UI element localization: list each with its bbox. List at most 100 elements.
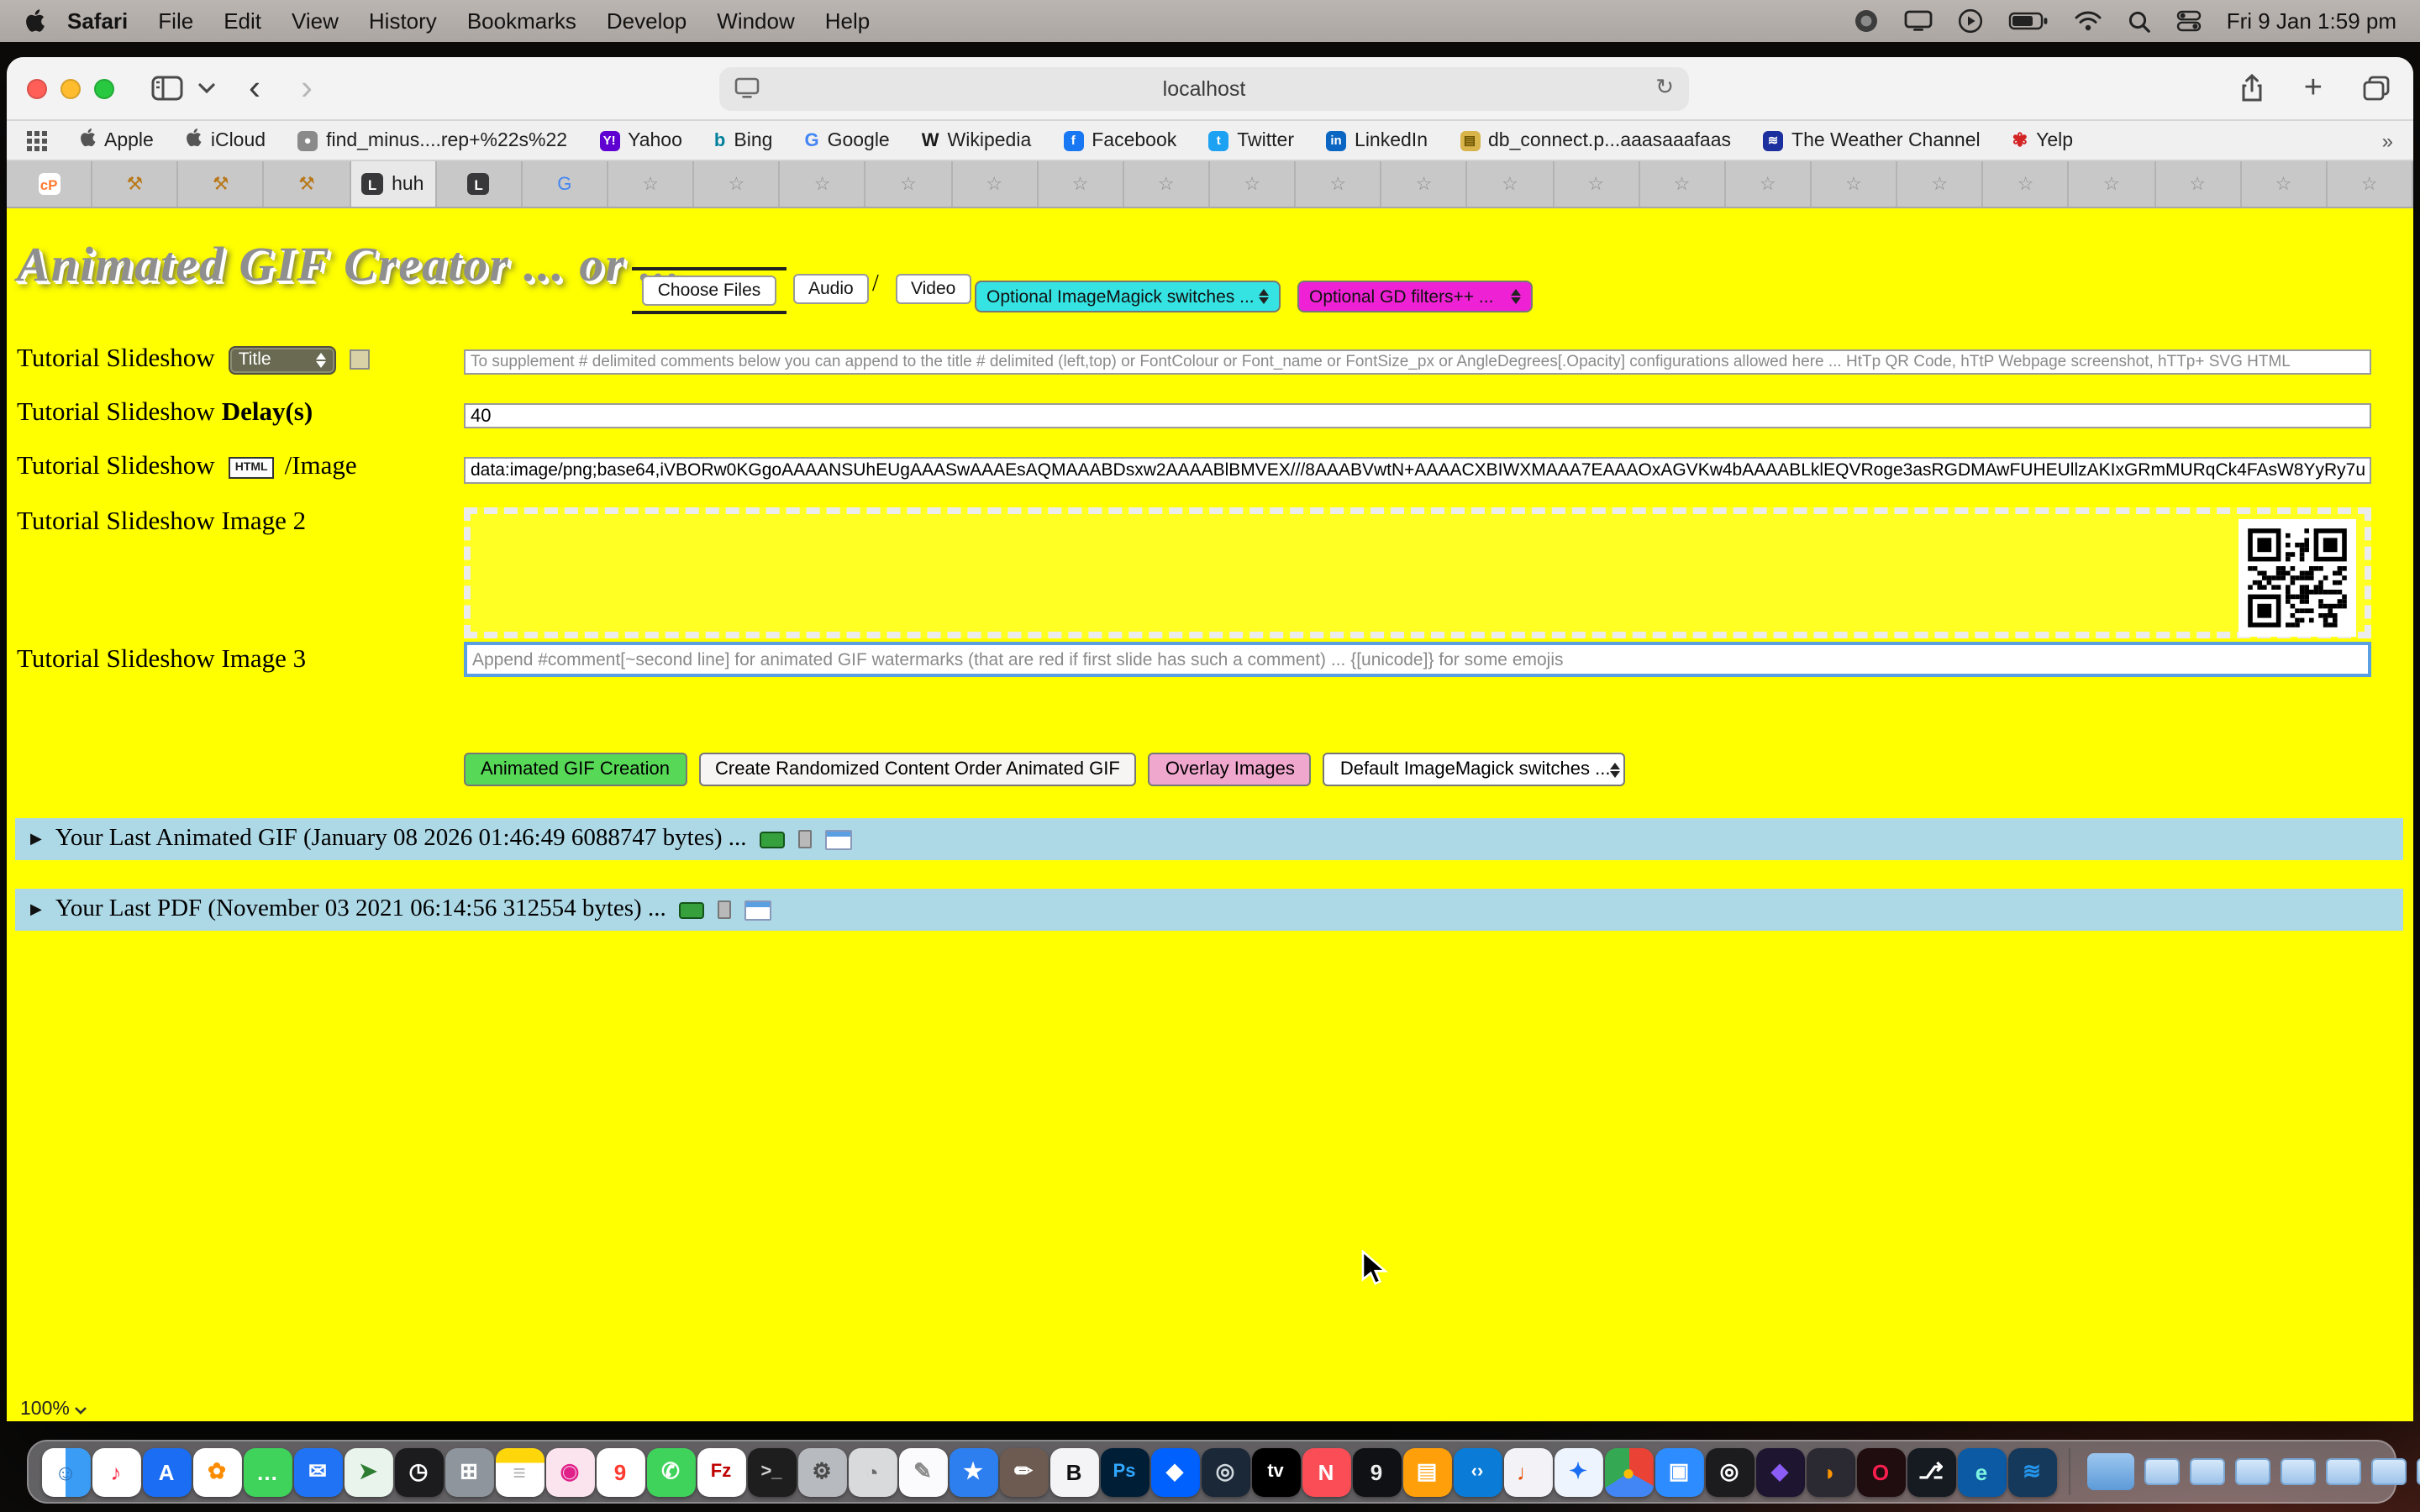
display-icon[interactable] — [1904, 10, 1933, 32]
minimized-window[interactable] — [2190, 1458, 2225, 1485]
color-swatch-button[interactable] — [350, 349, 370, 370]
menubar-clock[interactable]: Fri 9 Jan 1:59 pm — [2227, 8, 2396, 34]
dock-mail-icon[interactable]: ✉ — [293, 1447, 342, 1496]
menu-item-file[interactable]: File — [158, 8, 193, 34]
pdf-preview-icon[interactable] — [680, 901, 705, 918]
menu-item-view[interactable]: View — [292, 8, 339, 34]
dock-obs-icon[interactable]: ◎ — [1705, 1447, 1754, 1496]
tab-28[interactable]: ☆ — [2328, 161, 2413, 207]
last-animated-gif-bar[interactable]: ▶ Your Last Animated GIF (January 08 202… — [15, 818, 2403, 860]
favorite-the-weather-channel[interactable]: ≋The Weather Channel — [1763, 130, 1981, 150]
forward-icon[interactable]: › — [301, 71, 313, 106]
tabs-overview-icon[interactable] — [2363, 76, 2390, 101]
favorite-find-minus-rep-22s-22[interactable]: ●find_minus....rep+%22s%22 — [297, 130, 567, 150]
tab-23[interactable]: ☆ — [1897, 161, 1983, 207]
minimize-button[interactable] — [60, 78, 81, 98]
tab-17[interactable]: ☆ — [1382, 161, 1468, 207]
menu-item-help[interactable]: Help — [825, 8, 871, 34]
choose-files-button[interactable]: Choose Files — [643, 276, 776, 306]
tab-4[interactable]: ⚒ — [265, 161, 350, 207]
dock-photo-booth-icon[interactable]: ◉ — [545, 1447, 594, 1496]
clipboard-icon[interactable] — [718, 900, 732, 919]
tab-26[interactable]: ☆ — [2155, 161, 2241, 207]
menu-item-window[interactable]: Window — [717, 8, 795, 34]
tab-1[interactable]: cP — [7, 161, 92, 207]
dock-music-icon[interactable]: ♪ — [92, 1447, 140, 1496]
dock-launchpad-icon[interactable]: ⊞ — [445, 1447, 493, 1496]
dock-safari-icon[interactable]: ✦ — [1554, 1447, 1602, 1496]
share-icon[interactable] — [2240, 74, 2264, 102]
spotlight-icon[interactable] — [2128, 9, 2151, 33]
dock-chrome-icon[interactable]: ● — [1604, 1447, 1653, 1496]
apple-menu[interactable] — [24, 8, 45, 34]
tab-8[interactable]: ☆ — [608, 161, 694, 207]
favorite-apple[interactable]: Apple — [79, 128, 154, 153]
title-select[interactable]: Title — [229, 345, 336, 374]
dock-docker-icon[interactable]: ≋ — [2007, 1447, 2056, 1496]
dock-system-settings-icon[interactable]: ⚙ — [797, 1447, 846, 1496]
tab-19[interactable]: ☆ — [1554, 161, 1639, 207]
favorite-yelp[interactable]: ✾Yelp — [2012, 129, 2073, 151]
dock-steam-icon[interactable]: ◎ — [1201, 1447, 1249, 1496]
favorite-yahoo[interactable]: Y!Yahoo — [599, 130, 682, 150]
tab-11[interactable]: ☆ — [866, 161, 952, 207]
sheet-icon[interactable] — [745, 900, 772, 920]
gif-preview-icon[interactable] — [760, 831, 786, 848]
tab-21[interactable]: ☆ — [1726, 161, 1812, 207]
tab-27[interactable]: ☆ — [2241, 161, 2327, 207]
dock-bbedit-icon[interactable]: B — [1050, 1447, 1098, 1496]
dock-textedit-icon[interactable]: ✎ — [898, 1447, 947, 1496]
new-tab-icon[interactable]: + — [2304, 70, 2323, 107]
last-pdf-bar[interactable]: ▶ Your Last PDF (November 03 2021 06:14:… — [15, 889, 2403, 931]
watermark-comment-input[interactable] — [464, 642, 2371, 677]
reload-icon[interactable]: ↻ — [1655, 74, 1674, 101]
play-circle-icon[interactable] — [1958, 8, 1983, 34]
menu-item-history[interactable]: History — [369, 8, 437, 34]
dock-finder-icon[interactable]: ☺ — [41, 1447, 90, 1496]
disclosure-triangle-icon[interactable]: ▶ — [30, 830, 42, 848]
dock-downloads-folder[interactable] — [2087, 1453, 2134, 1490]
control-center-icon[interactable] — [2176, 10, 2202, 32]
dock-github-icon[interactable]: ⎇ — [1907, 1447, 1955, 1496]
favorites-overflow-chevron[interactable]: » — [2382, 129, 2393, 152]
dock-pages-icon[interactable]: ▤ — [1402, 1447, 1451, 1496]
dock-app-store-icon[interactable]: A — [142, 1447, 191, 1496]
audio-button[interactable]: Audio — [793, 274, 869, 304]
tab-12[interactable]: ☆ — [952, 161, 1038, 207]
tab-2[interactable]: ⚒ — [92, 161, 178, 207]
tab-3[interactable]: ⚒ — [179, 161, 265, 207]
dock-messages-icon[interactable]: … — [243, 1447, 292, 1496]
favorites-grid-icon[interactable] — [27, 130, 47, 150]
dock-vscode-icon[interactable]: ‹› — [1453, 1447, 1502, 1496]
fullscreen-button[interactable] — [94, 78, 114, 98]
dock-notes-icon[interactable]: ≡ — [495, 1447, 544, 1496]
overlay-images-button[interactable]: Overlay Images — [1149, 753, 1312, 786]
dock-filezilla-icon[interactable]: Fz — [697, 1447, 745, 1496]
tab-16[interactable]: ☆ — [1296, 161, 1381, 207]
menu-item-edit[interactable]: Edit — [224, 8, 261, 34]
back-icon[interactable]: ‹ — [249, 71, 260, 106]
delay-input[interactable] — [464, 403, 2371, 428]
sidebar-icon[interactable] — [151, 76, 183, 101]
dock-opera-icon[interactable]: O — [1856, 1447, 1905, 1496]
address-bar[interactable]: localhost ↻ — [719, 67, 1689, 111]
default-imagemagick-select[interactable]: Default ImageMagick switches ... — [1323, 753, 1626, 786]
close-button[interactable] — [27, 78, 47, 98]
dock-gimp-icon[interactable]: ✏ — [999, 1447, 1048, 1496]
dock-disk-utility-icon[interactable]: ◔ — [848, 1447, 897, 1496]
randomized-gif-button[interactable]: Create Randomized Content Order Animated… — [698, 753, 1137, 786]
tab-20[interactable]: ☆ — [1639, 161, 1725, 207]
dock-apple-tv-icon[interactable]: tv — [1251, 1447, 1300, 1496]
tab-15[interactable]: ☆ — [1210, 161, 1296, 207]
favorite-icloud[interactable]: iCloud — [186, 128, 266, 153]
animated-gif-creation-button[interactable]: Animated GIF Creation — [464, 753, 687, 786]
sheet-icon[interactable] — [826, 829, 853, 849]
dock-news-icon[interactable]: N — [1302, 1447, 1350, 1496]
minimized-window[interactable] — [2326, 1458, 2361, 1485]
imagemagick-switches-select[interactable]: Optional ImageMagick switches ... — [975, 281, 1281, 312]
minimized-window[interactable] — [2281, 1458, 2316, 1485]
tab-huh[interactable]: Lhuh — [350, 161, 436, 207]
dock-obsidian-icon[interactable]: ◆ — [1755, 1447, 1804, 1496]
dock-facetime-icon[interactable]: ✆ — [646, 1447, 695, 1496]
dock-clock-icon[interactable]: ◷ — [394, 1447, 443, 1496]
